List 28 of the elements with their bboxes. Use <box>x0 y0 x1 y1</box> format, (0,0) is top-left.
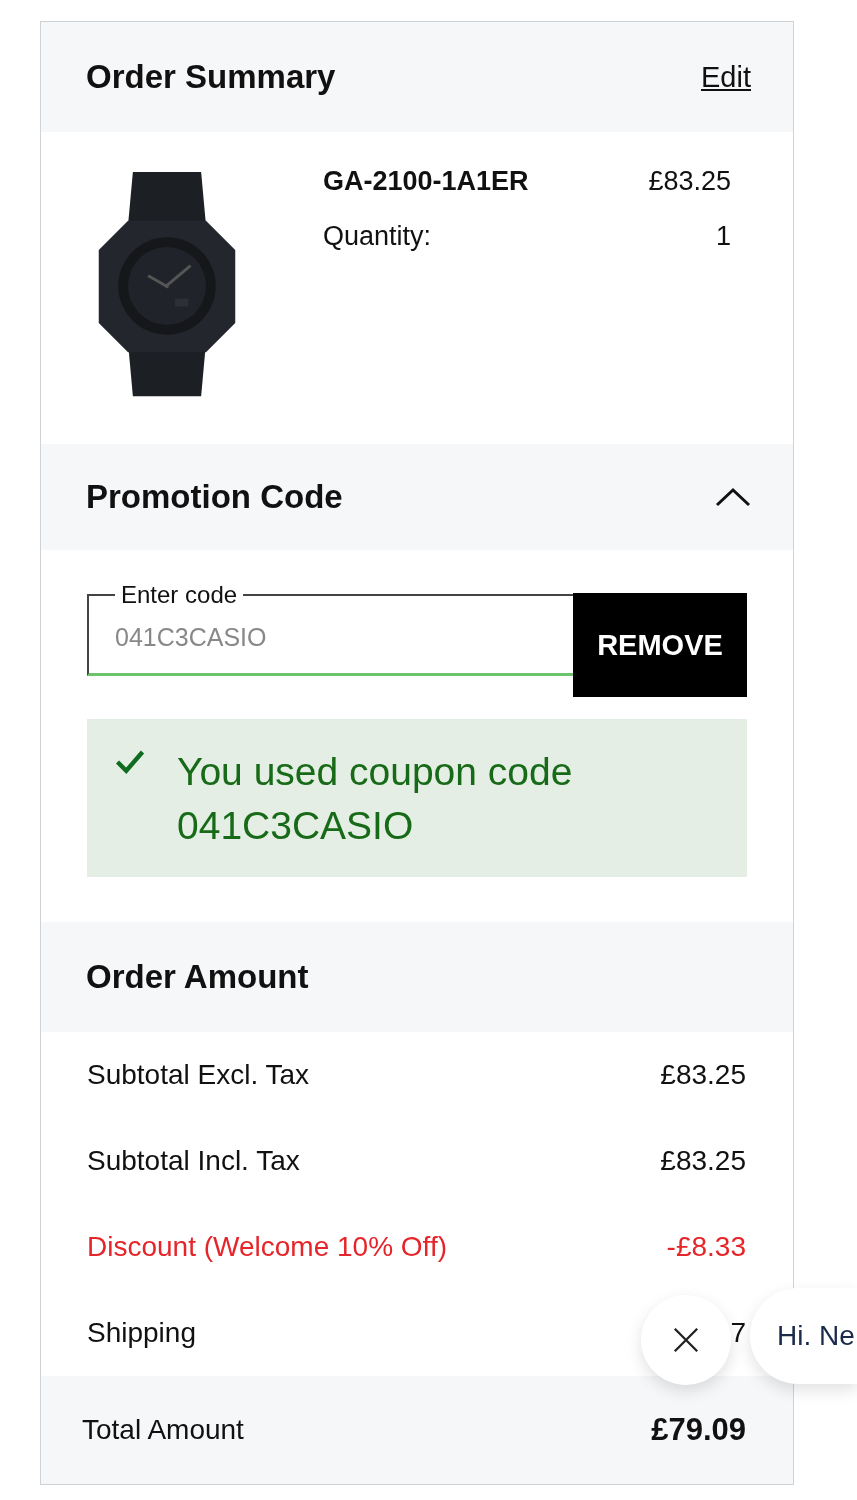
amount-value: -£8.33 <box>666 1231 746 1263</box>
section-title: Order Summary <box>86 58 336 96</box>
total-value: £79.09 <box>651 1412 746 1448</box>
section-header[interactable]: Promotion Code <box>41 444 793 550</box>
product-name: GA-2100-1A1ER <box>323 166 529 197</box>
chat-greeting: Hi. Ne <box>777 1320 855 1352</box>
amount-label: Shipping <box>87 1317 196 1349</box>
amount-label: Subtotal Incl. Tax <box>87 1145 300 1177</box>
section-title: Promotion Code <box>86 478 343 516</box>
product-price: £83.25 <box>648 166 731 197</box>
amount-label: Discount (Welcome 10% Off) <box>87 1231 447 1263</box>
success-message: You used coupon code 041C3CASIO <box>177 749 574 849</box>
amount-value: £83.25 <box>660 1059 746 1091</box>
chevron-icon[interactable] <box>715 486 751 508</box>
amount-value: £83.25 <box>660 1145 746 1177</box>
close-icon <box>672 1326 700 1354</box>
quantity-value: 1 <box>715 221 731 252</box>
section-title: Order Amount <box>86 958 309 996</box>
remove-button[interactable]: REMOVE <box>573 593 747 697</box>
check-icon <box>115 749 145 775</box>
chat-bubble[interactable]: Hi. Ne <box>750 1288 857 1384</box>
amount-label: Subtotal Excl. Tax <box>87 1059 310 1091</box>
quantity-label: Quantity: <box>323 221 432 252</box>
edit-link[interactable]: Edit <box>701 60 751 94</box>
amount-value: 7 <box>730 1317 746 1349</box>
code-value: 041C3CASIO <box>115 623 267 651</box>
field-label: Enter code <box>120 581 239 609</box>
total-label: Total Amount <box>82 1414 244 1446</box>
